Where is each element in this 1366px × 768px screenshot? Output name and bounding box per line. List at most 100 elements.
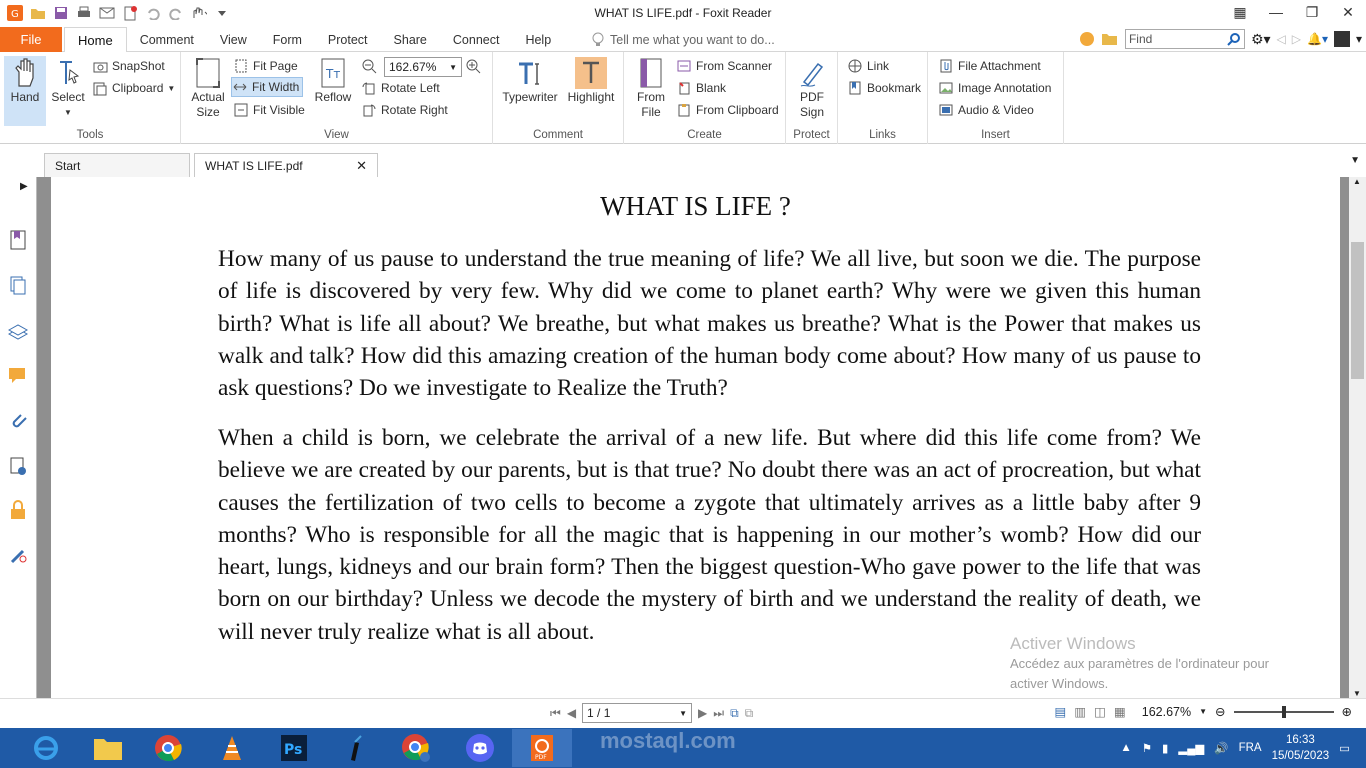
- file-explorer-icon[interactable]: [78, 729, 138, 767]
- zoom-dropdown-small-icon[interactable]: ▼: [1199, 707, 1207, 716]
- network-signal-icon[interactable]: ▂▄▆: [1178, 741, 1204, 755]
- zoom-slider[interactable]: [1233, 705, 1334, 718]
- hand-button[interactable]: Hand: [4, 56, 46, 126]
- page-thumbnails-icon[interactable]: [7, 275, 29, 297]
- pen-app-icon[interactable]: [326, 729, 386, 767]
- feedback-icon[interactable]: [1079, 31, 1095, 47]
- tab-form[interactable]: Form: [260, 27, 315, 52]
- document-viewport[interactable]: WHAT IS LIFE ? How many of us pause to u…: [37, 177, 1349, 698]
- tab-comment[interactable]: Comment: [127, 27, 207, 52]
- scroll-thumb[interactable]: [1351, 242, 1364, 379]
- tab-current-document[interactable]: WHAT IS LIFE.pdf ✕: [194, 153, 378, 177]
- status-zoom-in-icon[interactable]: ⊕: [1342, 704, 1352, 719]
- chrome-icon[interactable]: [138, 729, 198, 767]
- tab-connect[interactable]: Connect: [440, 27, 513, 52]
- select-button[interactable]: Select ▼: [48, 56, 88, 120]
- single-page-view-icon[interactable]: ▤: [1055, 704, 1067, 719]
- rotate-right-button[interactable]: Rotate Right: [361, 100, 448, 120]
- chrome-profile-icon[interactable]: [386, 729, 446, 767]
- blank-button[interactable]: Blank: [676, 78, 726, 98]
- continuous-facing-view-icon[interactable]: ▦: [1114, 704, 1126, 719]
- fit-width-button[interactable]: Fit Width: [231, 77, 304, 97]
- layers-panel-icon[interactable]: [7, 320, 29, 342]
- facing-view-icon[interactable]: ◫: [1094, 704, 1106, 719]
- vlc-icon[interactable]: [202, 729, 262, 767]
- pdf-sign-button[interactable]: PDF Sign: [794, 56, 830, 120]
- reflow-button[interactable]: Tт Reflow: [313, 56, 353, 105]
- file-attachment-button[interactable]: File Attachment: [938, 56, 1041, 76]
- tab-start[interactable]: Start: [44, 153, 190, 177]
- page-dropdown-icon[interactable]: ▼: [679, 709, 687, 718]
- show-hidden-icons-icon[interactable]: ▲: [1120, 742, 1131, 754]
- snapshot-button[interactable]: SnapShot: [92, 56, 165, 76]
- from-file-button[interactable]: From File: [632, 56, 670, 120]
- zoom-in-icon[interactable]: [465, 58, 481, 77]
- internet-explorer-icon[interactable]: [16, 729, 76, 767]
- system-clock[interactable]: 16:33 15/05/2023: [1272, 732, 1330, 764]
- from-clipboard-button[interactable]: From Clipboard: [676, 100, 779, 120]
- clipboard-button[interactable]: Clipboard ▼: [92, 78, 175, 98]
- link-button[interactable]: Link: [847, 56, 889, 76]
- settings-gear-icon[interactable]: ⚙▾: [1251, 31, 1271, 48]
- audio-video-button[interactable]: Audio & Video: [938, 100, 1034, 120]
- input-language[interactable]: FRA: [1239, 742, 1262, 754]
- search-icon[interactable]: [1227, 32, 1241, 46]
- previous-page-icon[interactable]: ◀: [567, 706, 576, 720]
- continuous-view-icon[interactable]: ▥: [1074, 704, 1086, 719]
- last-page-icon[interactable]: ⏭: [713, 706, 724, 721]
- zoom-dropdown-icon[interactable]: ▼: [449, 63, 457, 72]
- page-number-input[interactable]: 1 / 1 ▼: [582, 703, 693, 723]
- battery-icon[interactable]: ▮: [1162, 741, 1168, 755]
- file-menu[interactable]: File: [0, 27, 62, 52]
- minimize-button[interactable]: —: [1258, 0, 1294, 24]
- volume-icon[interactable]: 🔊: [1214, 741, 1228, 755]
- next-result-icon[interactable]: ▷: [1292, 32, 1301, 46]
- previous-view-icon[interactable]: ⧉: [730, 706, 739, 721]
- highlight-button[interactable]: Highlight: [565, 56, 617, 105]
- close-button[interactable]: ✕: [1330, 0, 1366, 24]
- expand-sidebar-icon[interactable]: ▶: [20, 181, 28, 192]
- typewriter-button[interactable]: Typewriter: [501, 56, 559, 105]
- select-dropdown-icon[interactable]: ▼: [64, 105, 72, 120]
- restore-button[interactable]: ❐: [1294, 0, 1330, 24]
- tab-view[interactable]: View: [207, 27, 260, 52]
- tab-help[interactable]: Help: [512, 27, 564, 52]
- zoom-select[interactable]: 162.67% ▼: [384, 57, 462, 77]
- tab-share[interactable]: Share: [381, 27, 440, 52]
- tell-me-box[interactable]: Tell me what you want to do...: [592, 32, 775, 48]
- notification-bell-icon[interactable]: 🔔▾: [1307, 32, 1328, 46]
- tab-list-dropdown-icon[interactable]: ▼: [1350, 155, 1360, 166]
- previous-result-icon[interactable]: ◁: [1277, 32, 1286, 46]
- notifications-icon[interactable]: ▭: [1339, 741, 1350, 755]
- fit-page-button[interactable]: Fit Page: [233, 56, 298, 76]
- bookmarks-panel-icon[interactable]: [7, 229, 29, 251]
- comments-panel-icon[interactable]: [7, 365, 29, 387]
- ribbon-display-icon[interactable]: ▦: [1222, 0, 1258, 24]
- attachments-panel-icon[interactable]: [7, 410, 29, 432]
- content-tools-icon[interactable]: [7, 544, 29, 566]
- first-page-icon[interactable]: ⏮: [550, 706, 561, 721]
- vertical-scrollbar[interactable]: ▲ ▼: [1349, 177, 1366, 698]
- fit-visible-button[interactable]: Fit Visible: [233, 100, 305, 120]
- scroll-down-icon[interactable]: ▼: [1353, 689, 1361, 698]
- tab-home[interactable]: Home: [64, 27, 127, 53]
- foxit-reader-taskbar-icon[interactable]: PDF: [512, 729, 572, 767]
- rotate-left-button[interactable]: Rotate Left: [361, 78, 440, 98]
- status-zoom-out-icon[interactable]: ⊖: [1215, 704, 1225, 719]
- scroll-up-icon[interactable]: ▲: [1353, 177, 1361, 186]
- close-tab-icon[interactable]: ✕: [356, 158, 367, 174]
- security-lock-icon[interactable]: [7, 499, 29, 521]
- find-input[interactable]: Find: [1124, 29, 1245, 49]
- discord-icon[interactable]: [450, 729, 510, 767]
- action-center-flag-icon[interactable]: ⚑: [1142, 741, 1152, 755]
- user-account-icon[interactable]: [1333, 31, 1350, 47]
- signatures-panel-icon[interactable]: [7, 455, 29, 477]
- actual-size-button[interactable]: Actual Size: [189, 56, 227, 120]
- folder-search-icon[interactable]: [1101, 31, 1119, 47]
- image-annotation-button[interactable]: Image Annotation: [938, 78, 1051, 98]
- zoom-out-icon[interactable]: [361, 58, 377, 77]
- photoshop-icon[interactable]: Ps: [264, 729, 324, 767]
- collapse-ribbon-icon[interactable]: ▾: [1356, 32, 1362, 46]
- next-view-icon[interactable]: ⧉: [745, 706, 754, 721]
- bookmark-button[interactable]: Bookmark: [847, 78, 921, 98]
